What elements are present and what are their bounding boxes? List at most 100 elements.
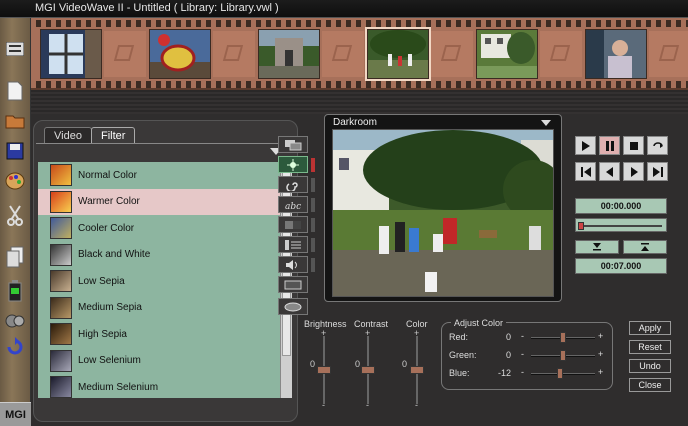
loop-icon[interactable] bbox=[647, 136, 668, 155]
filter-thumbnail-icon bbox=[50, 296, 72, 319]
svg-text:abc: abc bbox=[285, 202, 301, 211]
brightness-value: 0 bbox=[310, 359, 316, 369]
tab-filter[interactable]: Filter bbox=[91, 127, 136, 143]
new-document-icon[interactable] bbox=[4, 80, 26, 102]
storyline-filmstrip bbox=[31, 18, 688, 90]
sparkle-filter-icon[interactable] bbox=[278, 156, 308, 173]
video-preview-screen[interactable] bbox=[332, 129, 554, 297]
apply-button[interactable]: Apply bbox=[629, 321, 671, 335]
tab-video[interactable]: Video bbox=[44, 127, 92, 143]
sprocket-holes-bottom bbox=[31, 81, 688, 88]
filter-thumbnail-icon bbox=[50, 190, 72, 213]
list-item[interactable]: Black and White bbox=[38, 242, 282, 269]
filter-label: High Sepia bbox=[78, 328, 127, 340]
palette-icon[interactable] bbox=[4, 170, 26, 192]
filter-label: Low Sepia bbox=[78, 275, 125, 287]
sprocket-holes-top bbox=[31, 20, 688, 27]
filter-list: Normal Color Warmer Color Cooler Color B… bbox=[38, 162, 282, 398]
storyline-frame[interactable] bbox=[149, 29, 211, 79]
filter-label: Black and White bbox=[78, 249, 151, 261]
filter-thumbnail-icon bbox=[50, 376, 72, 398]
storyline-frame[interactable] bbox=[258, 29, 320, 79]
list-item[interactable]: High Sepia bbox=[38, 321, 282, 348]
copy-pages-icon[interactable] bbox=[4, 246, 26, 268]
step-back-icon[interactable] bbox=[599, 162, 620, 181]
list-item[interactable]: Low Sepia bbox=[38, 268, 282, 295]
contrast-label: Contrast bbox=[354, 319, 389, 329]
scissors-icon[interactable] bbox=[4, 204, 26, 226]
export-icon[interactable] bbox=[278, 298, 308, 315]
filter-thumbnail-icon bbox=[50, 270, 72, 293]
close-button[interactable]: Close bbox=[629, 378, 671, 392]
filter-thumbnail-icon bbox=[50, 349, 72, 372]
list-item-selected[interactable]: Warmer Color bbox=[38, 188, 282, 215]
storyline-frame[interactable] bbox=[40, 29, 102, 79]
blue-slider[interactable] bbox=[531, 373, 595, 375]
timeline-scrubber[interactable] bbox=[575, 218, 667, 232]
red-adjust-row: Red: 0 - + bbox=[449, 331, 604, 343]
slider-knob[interactable] bbox=[361, 366, 375, 374]
filter-thumbnail-icon bbox=[50, 323, 72, 346]
slider-knob[interactable] bbox=[317, 366, 331, 374]
text-abc-icon[interactable]: abc bbox=[278, 196, 308, 213]
slider-knob[interactable] bbox=[560, 350, 566, 361]
slider-knob[interactable] bbox=[410, 366, 424, 374]
save-disk-icon[interactable] bbox=[4, 140, 26, 162]
film-reel-icon[interactable] bbox=[4, 310, 26, 332]
folder-icon[interactable] bbox=[4, 110, 26, 132]
transition-icon[interactable] bbox=[278, 216, 308, 233]
darkroom-title: Darkroom bbox=[333, 117, 377, 128]
audio-icon[interactable] bbox=[278, 256, 308, 273]
pause-icon[interactable] bbox=[599, 136, 620, 155]
end-time-counter: 00:07.000 bbox=[575, 258, 667, 274]
filter-thumbnail-icon bbox=[50, 243, 72, 266]
storyline-frame[interactable] bbox=[476, 29, 538, 79]
layers-icon[interactable] bbox=[278, 136, 308, 153]
mark-in-button[interactable] bbox=[575, 240, 619, 254]
main-panel: Video Filter Normal Color Warmer Color C… bbox=[31, 114, 688, 426]
stop-icon[interactable] bbox=[623, 136, 644, 155]
filter-list-header bbox=[36, 143, 296, 161]
green-value: 0 bbox=[505, 350, 511, 360]
slider-knob[interactable] bbox=[560, 332, 566, 343]
chevron-down-icon[interactable] bbox=[541, 120, 551, 126]
battery-icon[interactable] bbox=[4, 280, 26, 302]
color-slider[interactable] bbox=[410, 336, 424, 404]
title-bar: MGI VideoWave II - Untitled ( Library: L… bbox=[0, 0, 688, 18]
undo-button[interactable]: Undo bbox=[629, 359, 671, 373]
list-item[interactable]: Cooler Color bbox=[38, 215, 282, 242]
divider-ribbon bbox=[31, 90, 688, 116]
filter-label: Normal Color bbox=[78, 169, 137, 181]
reset-button[interactable]: Reset bbox=[629, 340, 671, 354]
list-item[interactable]: Low Selenium bbox=[38, 348, 282, 375]
library-pane: Video Filter Normal Color Warmer Color C… bbox=[33, 120, 298, 422]
play-icon[interactable] bbox=[575, 136, 596, 155]
step-forward-icon[interactable] bbox=[623, 162, 644, 181]
storyline-frame-selected[interactable] bbox=[365, 27, 431, 81]
brightness-slider[interactable] bbox=[317, 336, 331, 404]
storyline-frame[interactable] bbox=[585, 29, 647, 79]
filter-label: Warmer Color bbox=[78, 196, 140, 208]
blue-value: -12 bbox=[497, 368, 511, 378]
filter-label: Cooler Color bbox=[78, 222, 135, 234]
contrast-slider[interactable] bbox=[361, 336, 375, 404]
list-item[interactable]: Normal Color bbox=[38, 162, 282, 189]
list-item[interactable]: Medium Sepia bbox=[38, 295, 282, 322]
slider-knob[interactable] bbox=[557, 368, 563, 379]
green-adjust-row: Green: 0 - + bbox=[449, 349, 604, 361]
start-time-counter: 00:00.000 bbox=[575, 198, 667, 214]
list-item[interactable]: Medium Selenium bbox=[38, 374, 282, 398]
filter-thumbnail-icon bbox=[50, 217, 72, 240]
left-toolbar: MGI bbox=[0, 18, 31, 426]
film-icon[interactable] bbox=[278, 276, 308, 293]
scrubber-knob[interactable] bbox=[578, 222, 584, 230]
menu-icon[interactable] bbox=[4, 38, 26, 60]
blue-adjust-row: Blue: -12 - + bbox=[449, 367, 604, 379]
skip-to-start-icon[interactable] bbox=[575, 162, 596, 181]
filter-label: Medium Sepia bbox=[78, 302, 142, 314]
skip-to-end-icon[interactable] bbox=[647, 162, 668, 181]
list-icon[interactable] bbox=[278, 236, 308, 253]
undo-arrow-icon[interactable] bbox=[4, 336, 26, 358]
swirl-icon[interactable] bbox=[278, 176, 308, 193]
mark-out-button[interactable] bbox=[623, 240, 667, 254]
